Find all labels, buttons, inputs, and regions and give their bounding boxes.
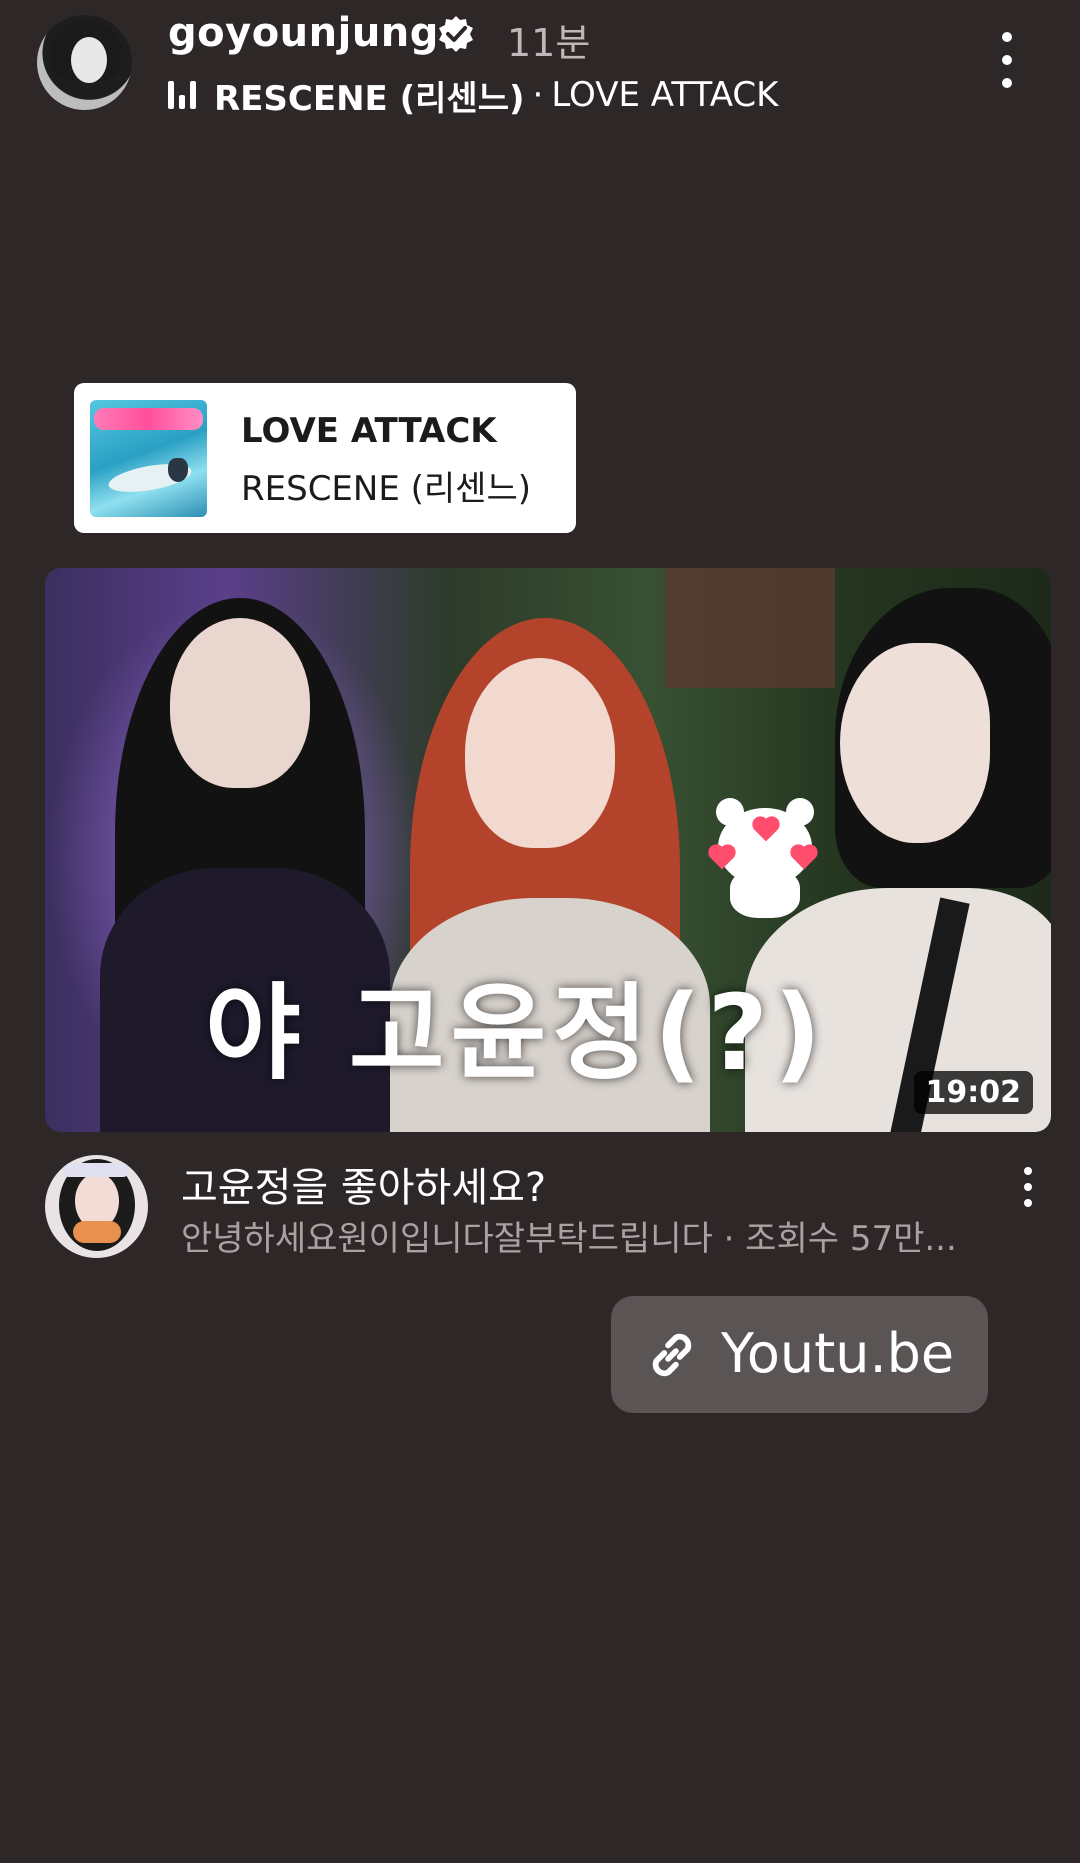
profile-avatar[interactable] (37, 15, 132, 110)
video-thumbnail[interactable]: 야 고윤정(?) 19:02 (45, 568, 1051, 1132)
video-info: 고윤정을 좋아하세요? 안녕하세요원이입니다잘부탁드립니다 · 조회수 57만.… (45, 1155, 1051, 1265)
verified-icon (439, 16, 473, 52)
channel-avatar[interactable] (45, 1155, 148, 1258)
post-time: 11분 (507, 21, 591, 65)
music-info-row[interactable]: RESCENE (리센느) · LOVE ATTACK (168, 72, 779, 119)
video-more-icon[interactable] (1021, 1167, 1035, 1207)
more-options-icon[interactable] (992, 32, 1022, 88)
sticker-artist: RESCENE (리센느) (241, 469, 532, 509)
video-duration: 19:02 (913, 1071, 1033, 1114)
person-left-face (170, 618, 310, 788)
album-art (90, 400, 207, 517)
music-separator: · (532, 75, 544, 115)
person-right-face (840, 643, 990, 843)
thumbnail-building (665, 568, 835, 688)
link-sticker-button[interactable]: Youtu.be (611, 1296, 988, 1413)
username[interactable]: goyounjung (168, 10, 439, 56)
music-title: LOVE ATTACK (551, 75, 779, 115)
thumbnail-caption: 야 고윤정(?) (205, 972, 828, 1094)
link-label: Youtu.be (721, 1322, 955, 1385)
video-title[interactable]: 고윤정을 좋아하세요? (181, 1155, 546, 1213)
sticker-song-title: LOVE ATTACK (241, 411, 497, 451)
person-center-face (465, 658, 615, 848)
story-header: goyounjung 11분 RESCENE (리센느) · LOVE ATTA… (0, 0, 1080, 140)
avatar-face (71, 37, 107, 83)
music-bars-icon (168, 81, 200, 109)
bear-sticker-icon (710, 798, 820, 918)
music-sticker[interactable]: LOVE ATTACK RESCENE (리센느) (74, 383, 576, 533)
link-icon (652, 1333, 692, 1377)
video-meta: 안녕하세요원이입니다잘부탁드립니다 · 조회수 57만... (181, 1219, 957, 1259)
music-artist: RESCENE (리센느) (214, 78, 525, 119)
